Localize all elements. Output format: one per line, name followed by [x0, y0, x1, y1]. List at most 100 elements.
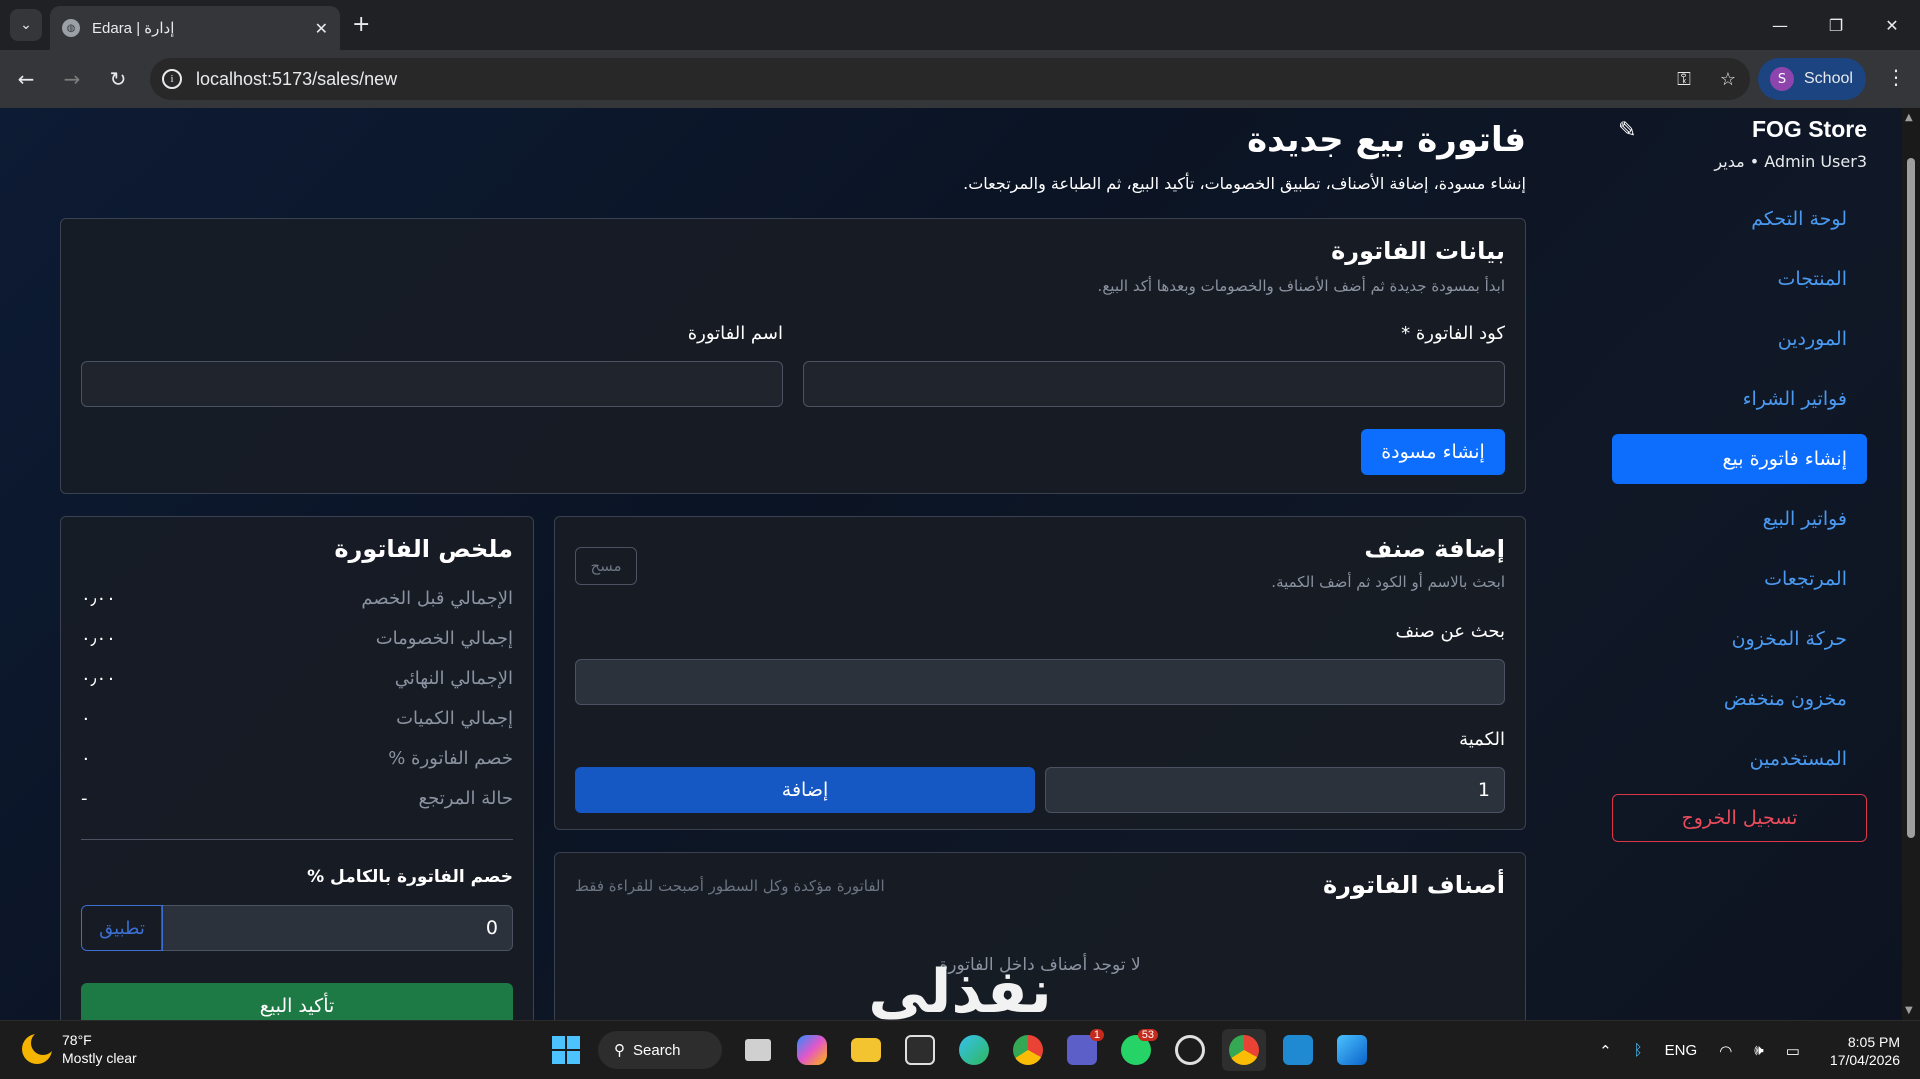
summary-value: ٠٫٠٠ [81, 667, 116, 689]
sidebar-item-low-stock[interactable]: مخزون منخفض [1612, 674, 1867, 724]
summary-label: حالة المرتجع [418, 787, 514, 809]
add-item-button[interactable]: إضافة [575, 767, 1035, 813]
taskbar-search-label: Search [633, 1041, 681, 1059]
chrome-icon[interactable] [1006, 1029, 1050, 1071]
wifi-icon[interactable]: ◠ [1719, 1042, 1732, 1060]
summary-row-quantities: إجمالي الكميات ٠ [81, 703, 513, 733]
page-subtitle: إنشاء مسودة، إضافة الأصناف، تطبيق الخصوم… [963, 174, 1526, 193]
page-title: فاتورة بيع جديدة [1247, 120, 1526, 160]
invoice-data-title: بيانات الفاتورة [1331, 237, 1505, 265]
key-icon[interactable]: ⚿ [1662, 69, 1706, 90]
summary-label: إجمالي الكميات [396, 707, 513, 729]
profile-button[interactable]: S School [1758, 58, 1866, 100]
full-discount-label: خصم الفاتورة بالكامل % [307, 867, 513, 887]
new-tab-button[interactable]: + [352, 12, 370, 37]
back-arrow-icon[interactable]: ← [10, 63, 42, 95]
site-info-icon[interactable]: i [162, 69, 182, 89]
teams-badge: 1 [1089, 1029, 1104, 1041]
tab-search-button[interactable]: ⌄ [10, 9, 42, 41]
copilot-icon[interactable] [790, 1029, 834, 1071]
weather-widget[interactable]: 78°F Mostly clear [22, 1031, 137, 1067]
url-text[interactable]: localhost:5173/sales/new [196, 69, 1662, 90]
microsoft-store-icon[interactable] [898, 1029, 942, 1071]
invoice-code-input[interactable] [803, 361, 1505, 407]
sidebar-item-purchase-invoices[interactable]: فواتير الشراء [1612, 374, 1867, 424]
forward-arrow-icon[interactable]: → [56, 63, 88, 95]
add-item-subtitle: ابحث بالاسم أو الكود ثم أضف الكمية. [1271, 573, 1505, 591]
scrollbar-thumb[interactable] [1907, 158, 1915, 838]
logout-button[interactable]: تسجيل الخروج [1612, 794, 1867, 842]
confirm-sale-button[interactable]: تأكيد البيع [81, 983, 513, 1020]
summary-value: ٠٫٠٠ [81, 587, 116, 609]
empty-items-message: لا توجد أصناف داخل الفاتورة [939, 955, 1141, 975]
weather-temp: 78°F [62, 1032, 92, 1048]
battery-icon[interactable]: ▭ [1786, 1042, 1800, 1060]
page-scrollbar[interactable]: ▲ ▼ [1902, 108, 1920, 1020]
current-user: Admin User3 • مدير [1714, 152, 1867, 171]
summary-row-total: الإجمالي النهائي ٠٫٠٠ [81, 663, 513, 693]
browser-toolbar: ← → ↻ i localhost:5173/sales/new ⚿ ☆ S S… [0, 50, 1920, 108]
quantity-label: الكمية [1459, 729, 1505, 750]
summary-label: إجمالي الخصومات [375, 627, 513, 649]
invoice-items-note: الفاتورة مؤكدة وكل السطور أصبحت للقراءة … [575, 877, 885, 895]
file-explorer-icon[interactable] [844, 1029, 888, 1071]
summary-label: الإجمالي النهائي [394, 667, 513, 689]
browser-tabstrip: ⌄ ◍ Edara | إدارة ✕ + — ❐ ✕ [0, 0, 1920, 50]
add-item-title: إضافة صنف [1364, 535, 1505, 563]
sidebar-item-users[interactable]: المستخدمين [1612, 734, 1867, 784]
create-draft-button[interactable]: إنشاء مسودة [1361, 429, 1505, 475]
address-bar[interactable]: i localhost:5173/sales/new ⚿ ☆ [150, 58, 1750, 100]
teams-icon[interactable]: 1 [1060, 1029, 1104, 1071]
invoice-name-input[interactable] [81, 361, 783, 407]
sidebar-item-sales-invoices[interactable]: فواتير البيع [1612, 494, 1867, 544]
volume-icon[interactable]: 🕪 [1754, 1042, 1763, 1059]
sidebar-item-new-sales-invoice[interactable]: إنشاء فاتورة بيع [1612, 434, 1867, 484]
chevron-up-icon[interactable]: ⌃ [1599, 1042, 1612, 1060]
app-page: FOG Store Admin User3 • مدير ✎ لوحة التح… [0, 108, 1920, 1020]
paint-icon[interactable] [1330, 1029, 1374, 1071]
sidebar-item-products[interactable]: المنتجات [1612, 254, 1867, 304]
browser-tab[interactable]: ◍ Edara | إدارة ✕ [50, 6, 340, 50]
window-close-icon[interactable]: ✕ [1864, 0, 1920, 50]
star-icon[interactable]: ☆ [1706, 69, 1750, 90]
invoice-data-card: بيانات الفاتورة ابدأ بمسودة جديدة ثم أضف… [60, 218, 1526, 494]
summary-row-invoice-discount: خصم الفاتورة % ٠ [81, 743, 513, 773]
invoice-items-title: أصناف الفاتورة [1322, 871, 1505, 899]
scroll-down-icon[interactable]: ▼ [1905, 1005, 1913, 1016]
taskbar-search[interactable]: ⚲ Search [598, 1031, 722, 1069]
edit-icon[interactable]: ✎ [1618, 118, 1636, 143]
sidebar-item-dashboard[interactable]: لوحة التحكم [1612, 194, 1867, 244]
sidebar-item-stock-movement[interactable]: حركة المخزون [1612, 614, 1867, 664]
task-view-icon[interactable] [736, 1029, 780, 1071]
clock[interactable]: 8:05 PM 17/04/2026 [1830, 1033, 1900, 1069]
chatgpt-icon[interactable] [1168, 1029, 1212, 1071]
whatsapp-icon[interactable]: 53 [1114, 1029, 1158, 1071]
restore-icon[interactable]: ❐ [1808, 0, 1864, 50]
full-discount-input[interactable]: 0 [161, 905, 513, 951]
reload-icon[interactable]: ↻ [102, 63, 134, 95]
summary-divider [81, 839, 513, 840]
sidebar-item-suppliers[interactable]: الموردين [1612, 314, 1867, 364]
invoice-code-label: كود الفاتورة * [1401, 323, 1505, 344]
close-icon[interactable]: ✕ [315, 19, 328, 38]
summary-label: الإجمالي قبل الخصم [361, 587, 513, 609]
minimize-icon[interactable]: — [1752, 0, 1808, 50]
main-content: فاتورة بيع جديدة إنشاء مسودة، إضافة الأص… [60, 108, 1526, 1020]
clear-button[interactable]: مسح [575, 547, 637, 585]
windows-start-icon[interactable] [544, 1029, 588, 1071]
apply-discount-button[interactable]: تطبيق [81, 905, 163, 951]
sidebar-item-returns[interactable]: المرتجعات [1612, 554, 1867, 604]
scroll-up-icon[interactable]: ▲ [1905, 112, 1913, 123]
edge-icon[interactable] [952, 1029, 996, 1071]
language-indicator[interactable]: ENG [1665, 1042, 1698, 1059]
sidebar-nav: لوحة التحكم المنتجات الموردين فواتير الش… [1612, 194, 1867, 842]
search-item-input[interactable] [575, 659, 1505, 705]
quantity-input[interactable]: 1 [1045, 767, 1505, 813]
chrome-profile-icon[interactable] [1222, 1029, 1266, 1071]
summary-value: - [81, 787, 88, 809]
menu-dots-icon[interactable]: ⋮ [1886, 65, 1906, 89]
bluetooth-icon[interactable]: ᛒ [1634, 1042, 1643, 1059]
whatsapp-badge: 53 [1137, 1029, 1158, 1041]
sidebar: FOG Store Admin User3 • مدير ✎ لوحة التح… [1612, 108, 1867, 1020]
vscode-icon[interactable] [1276, 1029, 1320, 1071]
